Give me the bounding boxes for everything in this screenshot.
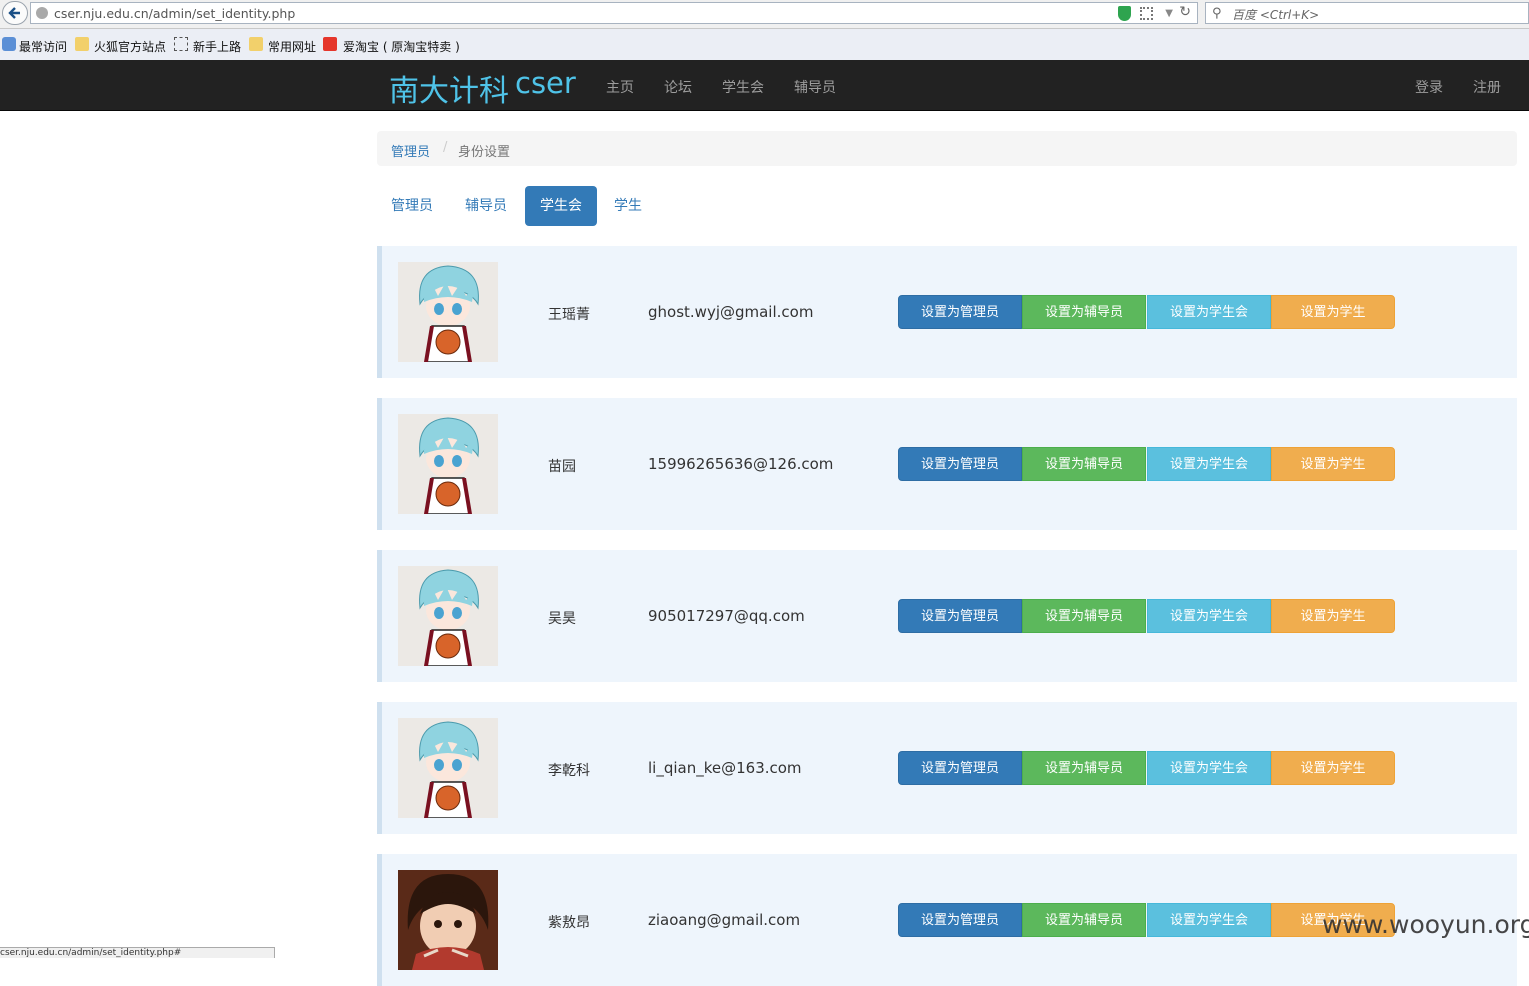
set-counselor-button[interactable]: 设置为辅导员 [1022, 903, 1146, 937]
set-student-button[interactable]: 设置为学生 [1271, 447, 1395, 481]
status-bar: cser.nju.edu.cn/admin/set_identity.php# [0, 947, 275, 958]
user-name: 吴昊 [548, 611, 576, 627]
nav-student-union[interactable]: 学生会 [722, 77, 764, 97]
set-counselor-button[interactable]: 设置为辅导员 [1022, 599, 1146, 633]
set-student-button[interactable]: 设置为学生 [1271, 599, 1395, 633]
user-row: 吴昊 905017297@qq.com 设置为管理员 设置为辅导员 设置为学生会… [377, 550, 1517, 682]
tab-student-union[interactable]: 学生会 [525, 186, 597, 226]
browser-toolbar: cser.nju.edu.cn/admin/set_identity.php ▼… [0, 0, 1529, 29]
user-row: 苗园 15996265636@126.com 设置为管理员 设置为辅导员 设置为… [377, 398, 1517, 530]
set-admin-button[interactable]: 设置为管理员 [898, 447, 1022, 481]
user-name: 紫敖昂 [548, 915, 590, 931]
nav-home[interactable]: 主页 [606, 77, 634, 97]
set-counselor-button[interactable]: 设置为辅导员 [1022, 751, 1146, 785]
breadcrumb-admin[interactable]: 管理员 [391, 141, 430, 160]
set-student-union-button[interactable]: 设置为学生会 [1147, 903, 1271, 937]
user-avatar [398, 718, 498, 818]
user-email: ziaoang@gmail.com [648, 911, 801, 929]
taobao-icon [323, 37, 337, 51]
set-student-button[interactable]: 设置为学生 [1271, 295, 1395, 329]
search-icon: ⚲ [1212, 6, 1222, 21]
user-row: 李乾科 li_qian_ke@163.com 设置为管理员 设置为辅导员 设置为… [377, 702, 1517, 834]
set-admin-button[interactable]: 设置为管理员 [898, 903, 1022, 937]
breadcrumb: 管理员 / 身份设置 [377, 131, 1517, 166]
bookmark-item[interactable]: 常用网址 [268, 38, 316, 55]
set-student-union-button[interactable]: 设置为学生会 [1147, 751, 1271, 785]
watermark: www.wooyun.org [1322, 910, 1529, 939]
nav-counselor[interactable]: 辅导员 [794, 77, 836, 97]
bookmark-item[interactable]: 爱淘宝 ( 原淘宝特卖 ) [343, 38, 460, 55]
user-avatar [398, 414, 498, 514]
user-name: 王瑶菁 [548, 307, 590, 323]
anime-avatar-icon [398, 262, 498, 362]
user-email: 15996265636@126.com [648, 455, 834, 473]
user-name: 李乾科 [548, 763, 590, 779]
set-counselor-button[interactable]: 设置为辅导员 [1022, 295, 1146, 329]
user-row: 王瑶菁 ghost.wyj@gmail.com 设置为管理员 设置为辅导员 设置… [377, 246, 1517, 378]
user-avatar [398, 870, 498, 970]
set-counselor-button[interactable]: 设置为辅导员 [1022, 447, 1146, 481]
set-student-button[interactable]: 设置为学生 [1271, 751, 1395, 785]
anime-avatar-icon [398, 414, 498, 514]
site-brand-sub[interactable]: cser [515, 66, 576, 100]
nav-register[interactable]: 注册 [1473, 77, 1501, 97]
user-avatar [398, 566, 498, 666]
bookmark-smart-icon [2, 37, 16, 51]
breadcrumb-separator: / [443, 140, 448, 155]
anime-avatar-icon [398, 718, 498, 818]
set-student-union-button[interactable]: 设置为学生会 [1147, 295, 1271, 329]
folder-icon [249, 37, 263, 51]
page-icon [174, 37, 188, 51]
set-admin-button[interactable]: 设置为管理员 [898, 599, 1022, 633]
search-box[interactable]: ⚲ 百度 <Ctrl+K> [1205, 2, 1529, 24]
qr-code-icon[interactable] [1140, 7, 1153, 20]
shield-icon[interactable] [1118, 6, 1131, 21]
site-navbar: 南大计科 cser 主页 论坛 学生会 辅导员 登录 注册 [0, 60, 1529, 111]
child-photo-icon [398, 870, 498, 970]
address-bar[interactable]: cser.nju.edu.cn/admin/set_identity.php ▼… [30, 2, 1198, 24]
set-student-union-button[interactable]: 设置为学生会 [1147, 599, 1271, 633]
search-placeholder: 百度 <Ctrl+K> [1232, 8, 1320, 22]
address-url[interactable]: cser.nju.edu.cn/admin/set_identity.php [54, 6, 295, 21]
nav-forum[interactable]: 论坛 [664, 77, 692, 97]
user-email: 905017297@qq.com [648, 607, 805, 625]
tab-counselor[interactable]: 辅导员 [453, 186, 519, 226]
bookmark-item[interactable]: 新手上路 [193, 38, 241, 55]
set-admin-button[interactable]: 设置为管理员 [898, 751, 1022, 785]
set-student-union-button[interactable]: 设置为学生会 [1147, 447, 1271, 481]
user-avatar [398, 262, 498, 362]
site-brand[interactable]: 南大计科 [389, 66, 509, 110]
globe-icon [36, 7, 48, 19]
back-arrow-icon [8, 7, 20, 19]
bookmark-item[interactable]: 最常访问 [19, 38, 67, 55]
folder-icon [75, 37, 89, 51]
breadcrumb-current: 身份设置 [458, 145, 511, 160]
user-email: ghost.wyj@gmail.com [648, 303, 814, 321]
bookmarks-bar: 最常访问 火狐官方站点 新手上路 常用网址 爱淘宝 ( 原淘宝特卖 ) [0, 29, 1529, 60]
tab-admin[interactable]: 管理员 [379, 186, 445, 226]
user-email: li_qian_ke@163.com [648, 759, 802, 777]
set-admin-button[interactable]: 设置为管理员 [898, 295, 1022, 329]
user-name: 苗园 [548, 459, 576, 475]
nav-login[interactable]: 登录 [1415, 77, 1443, 97]
back-button[interactable] [2, 1, 28, 25]
anime-avatar-icon [398, 566, 498, 666]
tab-student[interactable]: 学生 [601, 186, 655, 226]
reload-icon[interactable]: ↻ [1179, 4, 1191, 20]
bookmark-item[interactable]: 火狐官方站点 [94, 38, 166, 55]
chevron-down-icon[interactable]: ▼ [1165, 8, 1173, 19]
